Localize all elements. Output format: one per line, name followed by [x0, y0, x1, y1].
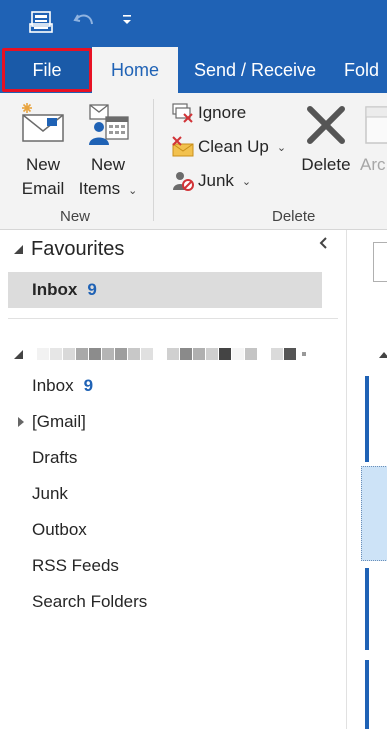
folder-item-inbox[interactable]: Inbox 9: [32, 376, 93, 396]
archive-icon: [365, 106, 387, 144]
new-email-label-line1: New: [25, 155, 60, 174]
folder-item-rss-feeds[interactable]: RSS Feeds: [32, 556, 119, 576]
new-items-label-line1: New: [90, 155, 125, 174]
junk-label: Junk: [198, 171, 234, 190]
folder-item-drafts[interactable]: Drafts: [32, 448, 77, 468]
expand-triangle-icon[interactable]: [18, 417, 24, 427]
favourite-item-inbox[interactable]: Inbox 9: [8, 272, 322, 308]
folder-name: RSS Feeds: [32, 556, 119, 575]
folder-name: Drafts: [32, 448, 78, 467]
new-items-label-text: Items: [78, 179, 121, 198]
folder-name: Inbox: [32, 376, 74, 395]
clean-up-label: Clean Up: [198, 137, 269, 156]
chevron-down-icon: ⌄: [128, 185, 138, 197]
search-input[interactable]: [373, 242, 387, 282]
folder-item-outbox[interactable]: Outbox: [32, 520, 87, 540]
account-header[interactable]: [14, 342, 307, 366]
junk-button[interactable]: Junk ⌄: [170, 167, 251, 195]
ignore-label: Ignore: [198, 103, 247, 122]
delete-button[interactable]: Delete: [300, 101, 352, 177]
new-email-icon: [22, 103, 64, 142]
folder-name: Inbox: [32, 280, 78, 299]
ignore-icon: [170, 101, 196, 125]
new-items-label-line2: Items ⌄: [79, 177, 138, 203]
new-items-icon: [89, 104, 129, 145]
quick-access-toolbar: [0, 0, 387, 47]
undo-icon[interactable]: [72, 9, 96, 33]
new-email-button[interactable]: New Email: [18, 101, 68, 201]
tab-send-receive[interactable]: Send / Receive: [185, 47, 325, 93]
delete-icon: [307, 106, 345, 144]
collapse-triangle-icon: [14, 245, 23, 254]
favourites-header[interactable]: Favourites: [14, 238, 124, 261]
favourites-label: Favourites: [31, 238, 125, 260]
delete-label: Delete: [301, 155, 351, 174]
chevron-down-icon: ⌄: [241, 175, 252, 188]
ribbon-home: New Email New Items ⌄ New Ignore Clean U…: [0, 93, 387, 230]
collapse-triangle-icon: [14, 349, 23, 359]
clean-up-icon: [170, 135, 196, 159]
folder-name: Search Folders: [32, 592, 148, 611]
folder-item-gmail[interactable]: [Gmail]: [32, 412, 86, 432]
divider: [8, 318, 338, 319]
junk-icon: [170, 169, 196, 193]
archive-label: Arc: [360, 155, 386, 174]
tab-file[interactable]: File: [2, 48, 92, 92]
unread-indicator: [365, 568, 369, 650]
ribbon-tabs: File Home Send / Receive Fold: [0, 47, 387, 93]
folder-pane: Favourites Inbox 9 Inbox 9 [Gmail] Draft…: [0, 230, 346, 729]
tab-home[interactable]: Home: [92, 47, 178, 93]
new-items-button[interactable]: New Items ⌄: [76, 101, 140, 203]
send-receive-all-folders-icon[interactable]: [28, 9, 54, 35]
folder-name: Junk: [32, 484, 68, 503]
customize-toolbar-icon[interactable]: [120, 12, 134, 28]
archive-button[interactable]: Arc: [360, 101, 387, 177]
redacted-account-name: [37, 348, 307, 360]
tab-folder[interactable]: Fold: [344, 47, 387, 93]
new-email-label-line2: Email: [21, 179, 65, 198]
unread-count: 9: [87, 280, 97, 299]
group-label-delete: Delete: [272, 208, 316, 225]
unread-indicator: [365, 376, 369, 462]
folder-item-junk[interactable]: Junk: [32, 484, 68, 504]
clean-up-button[interactable]: Clean Up ⌄: [170, 133, 286, 161]
unread-count: 9: [83, 376, 94, 395]
selected-message-item[interactable]: [361, 466, 387, 561]
unread-indicator: [365, 660, 369, 729]
collapse-triangle-icon[interactable]: [379, 352, 387, 358]
message-list-pane: [346, 230, 387, 729]
ignore-button[interactable]: Ignore: [170, 99, 246, 127]
folder-name: Outbox: [32, 520, 87, 539]
minimize-pane-icon[interactable]: [318, 236, 328, 252]
folder-item-search-folders[interactable]: Search Folders: [32, 592, 147, 612]
chevron-down-icon: ⌄: [276, 141, 287, 154]
folder-name: [Gmail]: [32, 412, 86, 431]
group-separator: [153, 99, 154, 221]
group-label-new: New: [60, 208, 91, 225]
